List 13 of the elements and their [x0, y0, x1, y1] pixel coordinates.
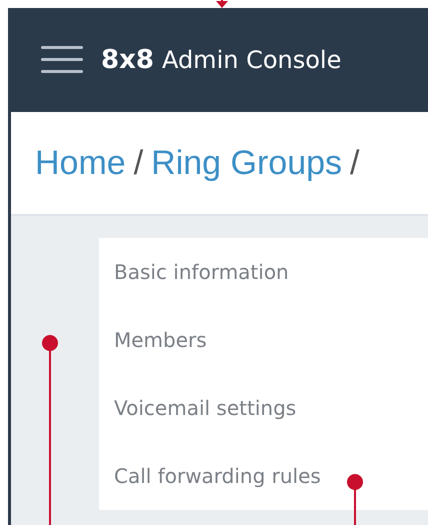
breadcrumb-link[interactable]: Home [35, 144, 126, 182]
menu-item[interactable]: Basic information [114, 246, 428, 314]
menu-item[interactable]: Members [114, 314, 428, 382]
logo: 8x8 [101, 45, 154, 75]
breadcrumb-link[interactable]: Ring Groups [151, 144, 342, 182]
menu-item[interactable]: Voicemail settings [114, 382, 428, 450]
menu-item[interactable]: Call forwarding rules [114, 450, 428, 502]
app-title: Admin Console [162, 46, 342, 74]
breadcrumb-separator: / [350, 144, 360, 182]
menu-icon[interactable] [41, 45, 85, 75]
breadcrumb-separator: / [134, 144, 144, 182]
callout-marker [347, 474, 363, 525]
callout-arrow [216, 0, 228, 8]
